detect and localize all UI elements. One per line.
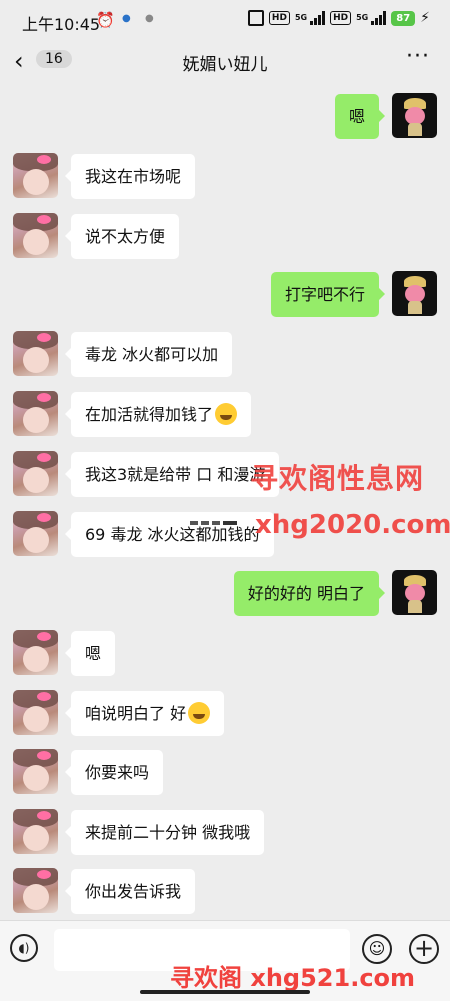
contact-avatar[interactable]: [13, 511, 58, 556]
watermark-bottom: 寻欢阁 xhg521.com: [170, 964, 416, 992]
message-text: 你出发告诉我: [85, 882, 182, 901]
charging-icon: ⚡: [420, 10, 430, 26]
status-bar: 上午10:45 ⏰ ● ● HD 5G HD 5G 87 ⚡: [0, 0, 450, 40]
chat-header: ‹ 16 妩媚い妞儿 ···: [0, 40, 450, 84]
notification-dot-icon: ●: [145, 13, 154, 24]
contact-avatar[interactable]: [13, 213, 58, 258]
message-text: 好的好的 明白了: [247, 584, 365, 603]
message-bubble[interactable]: 毒龙 冰火都可以加: [64, 332, 233, 377]
alarm-icon: ⏰: [96, 11, 115, 29]
message-row: 来提前二十分钟 微我哦: [0, 809, 450, 859]
message-text: 说不太方便: [85, 227, 166, 246]
vibrate-icon: [247, 10, 264, 26]
message-bubble[interactable]: 说不太方便: [64, 214, 180, 259]
status-time: 上午10:45: [22, 15, 101, 34]
contact-avatar[interactable]: [13, 391, 58, 436]
message-bubble[interactable]: 69 毒龙 冰火这都加钱的: [65, 512, 274, 557]
message-text: 来提前二十分钟 微我哦: [85, 823, 251, 842]
contact-avatar[interactable]: [13, 630, 58, 675]
my-avatar[interactable]: [392, 271, 437, 316]
voice-icon[interactable]: ◖): [10, 934, 38, 962]
watermark-text: 寻欢阁性息网: [250, 462, 425, 495]
message-bubble[interactable]: 我这在市场呢: [64, 154, 196, 199]
battery-level: 87: [391, 10, 416, 26]
signal-icon-2: [371, 11, 387, 25]
status-indicators: HD 5G HD 5G 87 ⚡: [247, 10, 430, 26]
message-row: 说不太方便: [0, 213, 450, 263]
message-bubble[interactable]: 你出发告诉我: [64, 869, 196, 914]
home-indicator[interactable]: [140, 990, 310, 994]
hd-badge-2: HD: [330, 11, 352, 25]
message-row: 嗯: [0, 93, 450, 143]
message-text: 打字吧不行: [284, 285, 365, 304]
contact-avatar[interactable]: [13, 868, 58, 913]
message-bubble[interactable]: 嗯: [64, 631, 116, 676]
message-bubble[interactable]: 我这3就是给带 口 和漫游: [64, 452, 280, 497]
my-avatar[interactable]: [392, 93, 437, 138]
message-row: 毒龙 冰火都可以加: [0, 331, 450, 381]
message-row: 你要来吗: [0, 749, 450, 799]
more-options-icon[interactable]: ···: [406, 44, 430, 69]
message-text: 我这在市场呢: [85, 167, 182, 186]
my-avatar[interactable]: [392, 570, 437, 615]
rolling-on-floor-laughing-icon: [215, 402, 238, 425]
message-row: 在加活就得加钱了: [0, 391, 450, 441]
contact-avatar[interactable]: [13, 331, 58, 376]
message-text: 嗯: [85, 644, 102, 663]
hd-badge: HD: [268, 11, 290, 25]
message-bubble[interactable]: 嗯: [334, 94, 386, 139]
message-bubble[interactable]: 你要来吗: [64, 750, 164, 795]
message-text: 嗯: [348, 107, 365, 126]
message-row: 嗯: [0, 630, 450, 680]
message-bubble[interactable]: 在加活就得加钱了: [64, 392, 252, 437]
message-bubble[interactable]: 好的好的 明白了: [233, 571, 386, 616]
message-text: 在加活就得加钱了: [85, 405, 214, 424]
network-type-1: 5G: [294, 13, 308, 22]
network-type-2: 5G: [356, 13, 369, 22]
message-row: 咱说明白了 好: [0, 690, 450, 740]
contact-avatar[interactable]: [13, 749, 58, 794]
message-row: 我这在市场呢: [0, 153, 450, 203]
message-text: 毒龙 冰火都可以加: [85, 345, 219, 364]
message-text: 咱说明白了 好: [85, 704, 187, 723]
message-text: 我这3就是给带 口 和漫游: [85, 465, 266, 484]
contact-avatar[interactable]: [13, 451, 58, 496]
message-bubble[interactable]: 来提前二十分钟 微我哦: [64, 810, 265, 855]
message-text: 你要来吗: [85, 763, 150, 782]
notification-icon: ●: [122, 13, 131, 24]
watermark-url: xhg2020.com: [255, 510, 450, 540]
message-row: 好的好的 明白了: [0, 570, 450, 620]
chat-title: 妩媚い妞儿: [182, 55, 268, 75]
message-row: 你出发告诉我: [0, 868, 450, 918]
watermark-arrow-icon: [190, 516, 240, 530]
signal-icon: [310, 11, 326, 25]
contact-avatar[interactable]: [13, 153, 58, 198]
contact-avatar[interactable]: [13, 690, 58, 735]
message-row: 打字吧不行: [0, 271, 450, 321]
grinning-face-icon: [188, 701, 211, 724]
contact-avatar[interactable]: [13, 809, 58, 854]
message-bubble[interactable]: 咱说明白了 好: [64, 691, 225, 736]
message-bubble[interactable]: 打字吧不行: [270, 272, 386, 317]
